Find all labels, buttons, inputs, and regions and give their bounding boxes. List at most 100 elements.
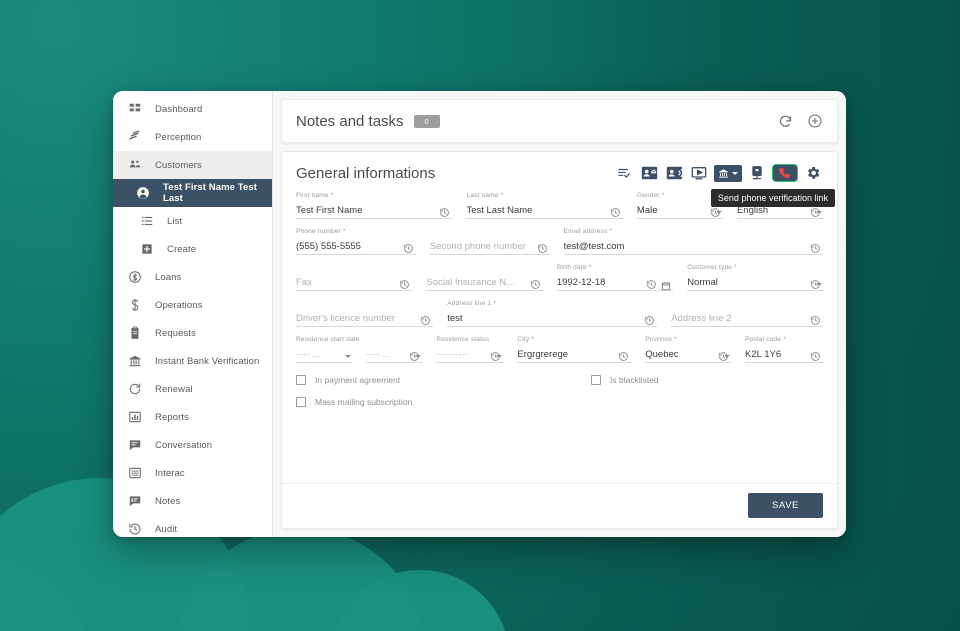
- field-postal-code[interactable]: Postal code * K2L 1Y6: [745, 336, 823, 363]
- notes-and-tasks-bar: Notes and tasks 0: [281, 99, 838, 143]
- history-icon[interactable]: [644, 313, 655, 325]
- history-icon[interactable]: [530, 277, 541, 289]
- field-label: Residence start date: [296, 336, 360, 343]
- checkbox-mass-mailing-subscription[interactable]: Mass mailing subscription: [296, 397, 591, 407]
- notes-count-badge: 0: [413, 114, 440, 128]
- task-list-check-icon[interactable]: [614, 165, 634, 182]
- checkbox-is-blacklisted[interactable]: Is blacklisted: [591, 375, 823, 385]
- history-icon[interactable]: [810, 313, 821, 325]
- sidebar-item-label: Renewal: [155, 383, 193, 395]
- history-icon[interactable]: [439, 205, 450, 217]
- phone-verification-icon[interactable]: [772, 164, 798, 182]
- sidebar-item-reports[interactable]: Reports: [113, 403, 272, 431]
- field-placeholder[interactable]: Second phone number: [429, 238, 550, 255]
- contact-mail-icon[interactable]: [639, 165, 659, 182]
- field-driver-s-licence-number[interactable]: Driver's licence number: [296, 300, 434, 327]
- checkbox-box[interactable]: [296, 375, 306, 385]
- sidebar-item-list[interactable]: List: [113, 207, 272, 235]
- field-placeholder[interactable]: Fax: [296, 274, 413, 291]
- field-value[interactable]: test@test.com: [563, 238, 824, 255]
- clipboard-icon: [127, 325, 143, 341]
- field-social-insurance-number[interactable]: Social Insurance Number: [426, 264, 543, 291]
- plus-circle-icon[interactable]: [807, 113, 823, 129]
- sidebar-item-label: Test First Name Test Last: [163, 182, 258, 204]
- chevron-down-icon[interactable]: [415, 355, 422, 358]
- sidebar-item-renewal[interactable]: Renewal: [113, 375, 272, 403]
- field-value[interactable]: Normal: [687, 274, 824, 291]
- field-address-line-2[interactable]: Address line 2: [671, 300, 823, 327]
- calendar-icon[interactable]: [661, 278, 671, 291]
- history-icon[interactable]: [646, 277, 657, 289]
- sidebar-item-audit[interactable]: Audit: [113, 515, 272, 537]
- history-icon[interactable]: [537, 241, 548, 253]
- field-placeholder[interactable]: Social Insurance Number: [426, 274, 543, 291]
- field-value[interactable]: (555) 555-5555: [296, 238, 416, 255]
- sidebar-item-instant-bank-verification[interactable]: Instant Bank Verification: [113, 347, 272, 375]
- field-birth-date[interactable]: Birth date * 1992-12-18: [556, 264, 674, 291]
- sidebar-item-perception[interactable]: Perception: [113, 123, 272, 151]
- field-residence-start-date[interactable]: Residence start date ---------: [296, 336, 359, 363]
- chevron-down-icon[interactable]: [715, 211, 722, 214]
- field-value[interactable]: Ergrgrerege: [517, 346, 632, 363]
- field-second-phone-number[interactable]: Second phone number: [429, 228, 550, 255]
- sidebar-item-customers[interactable]: Customers: [113, 151, 272, 179]
- gear-icon[interactable]: [803, 165, 823, 182]
- sidebar-item-test-first-name-test-last[interactable]: Test First Name Test Last: [113, 179, 272, 207]
- contact-call-icon[interactable]: [664, 165, 684, 182]
- checkbox-row: In payment agreement Is blacklisted: [296, 375, 823, 385]
- field-placeholder[interactable]: ---------: [296, 346, 353, 363]
- chevron-down-icon[interactable]: [496, 355, 503, 358]
- history-icon[interactable]: [403, 241, 414, 253]
- sidebar-item-requests[interactable]: Requests: [113, 319, 272, 347]
- sidebar-item-create[interactable]: Create: [113, 235, 272, 263]
- field-phone-number[interactable]: Phone number * (555) 555-5555: [296, 228, 416, 255]
- history-icon[interactable]: [399, 277, 410, 289]
- field-city[interactable]: City * Ergrgrerege: [517, 336, 632, 363]
- list-icon: [139, 213, 155, 229]
- save-button[interactable]: SAVE: [747, 493, 823, 518]
- video-play-icon[interactable]: [689, 165, 709, 182]
- sidebar-item-notes[interactable]: Notes: [113, 487, 272, 515]
- field-residence-status[interactable]: Residence status ---------: [436, 336, 504, 363]
- history-icon[interactable]: [420, 313, 431, 325]
- field-last-name[interactable]: Last name * Test Last Name: [466, 192, 623, 219]
- sidebar-item-operations[interactable]: Operations: [113, 291, 272, 319]
- field-placeholder[interactable]: Driver's licence number: [296, 310, 434, 327]
- field-placeholder[interactable]: Address line 2: [671, 310, 823, 327]
- note-chat-icon: [127, 493, 143, 509]
- checkbox-box[interactable]: [296, 397, 306, 407]
- content-area: Notes and tasks 0 General informations S…: [273, 91, 846, 537]
- tooltip: Send phone verification link: [710, 189, 835, 207]
- field-[interactable]: ---------: [366, 336, 423, 363]
- chevron-down-icon[interactable]: [724, 355, 731, 358]
- field-customer-type[interactable]: Customer type * Normal: [687, 264, 824, 291]
- checkbox-box[interactable]: [591, 375, 601, 385]
- sidebar-item-conversation[interactable]: Conversation: [113, 431, 272, 459]
- field-value[interactable]: Test Last Name: [466, 202, 623, 219]
- field-province[interactable]: Province * Quebec: [645, 336, 732, 363]
- sidebar-item-interac[interactable]: Interac: [113, 459, 272, 487]
- field-first-name[interactable]: First name * Test First Name: [296, 192, 453, 219]
- refresh-icon[interactable]: [778, 114, 793, 129]
- chevron-down-icon[interactable]: [816, 283, 823, 286]
- history-icon[interactable]: [810, 349, 821, 361]
- field-value[interactable]: Test First Name: [296, 202, 453, 219]
- chevron-down-icon: [732, 171, 738, 175]
- field-email-address[interactable]: Email address * test@test.com: [563, 228, 824, 255]
- sidebar-item-dashboard[interactable]: Dashboard: [113, 95, 272, 123]
- checkbox-in-payment-agreement[interactable]: In payment agreement: [296, 375, 591, 385]
- field-value[interactable]: test: [447, 310, 658, 327]
- chevron-down-icon[interactable]: [816, 211, 822, 214]
- bar-chart-icon: [127, 409, 143, 425]
- app-window: Dashboard Perception Customers Test First N…: [113, 91, 846, 537]
- device-link-icon[interactable]: [747, 165, 767, 182]
- account-icon: [135, 185, 151, 201]
- bank-dropdown-icon[interactable]: [714, 164, 742, 182]
- history-icon[interactable]: [810, 241, 821, 253]
- history-icon[interactable]: [610, 205, 621, 217]
- field-fax[interactable]: Fax: [296, 264, 413, 291]
- field-address-line-1[interactable]: Address line 1 * test: [447, 300, 658, 327]
- history-icon[interactable]: [618, 349, 629, 361]
- chevron-down-icon[interactable]: [345, 355, 352, 358]
- sidebar-item-loans[interactable]: Loans: [113, 263, 272, 291]
